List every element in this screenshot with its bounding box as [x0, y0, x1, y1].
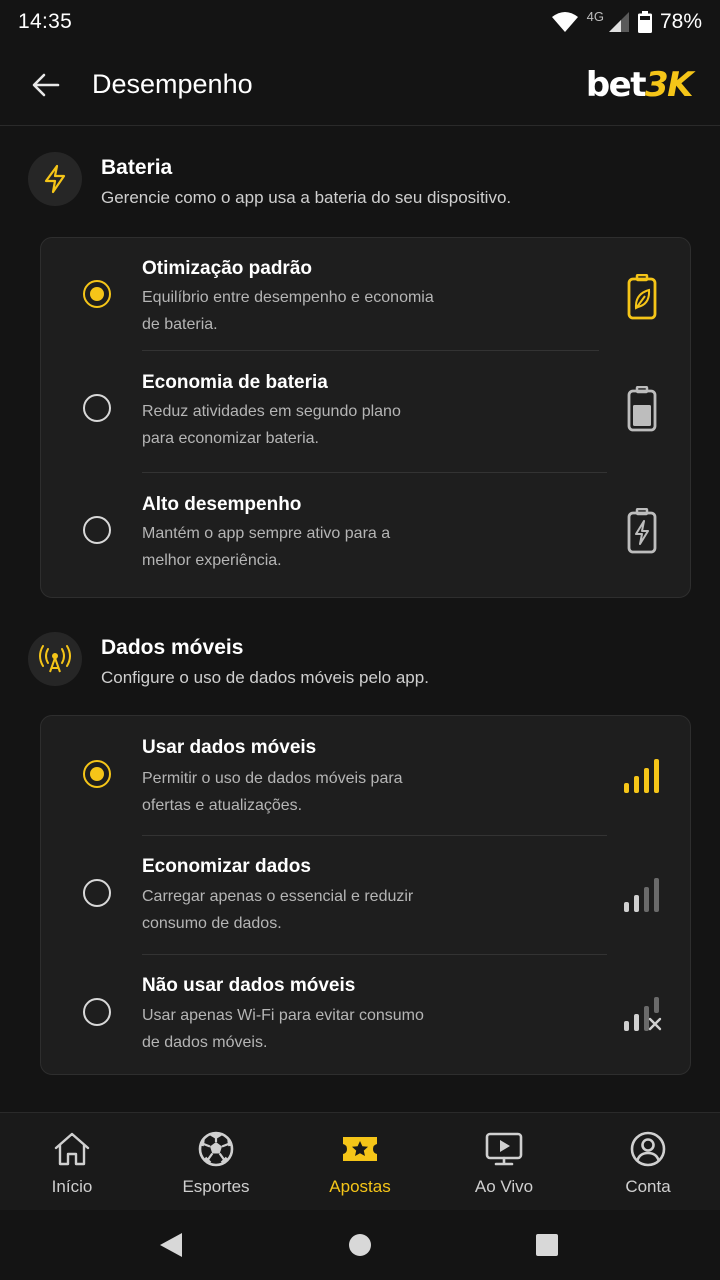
- option-description-line2: melhor experiência.: [142, 552, 282, 569]
- option-high-performance[interactable]: Alto desempenho Mantém o app sempre ativ…: [41, 472, 692, 598]
- battery-half-icon: [622, 385, 662, 433]
- option-description-line1: Usar apenas Wi-Fi para evitar consumo: [142, 1007, 424, 1024]
- brand-logo-part1: bet: [585, 64, 647, 105]
- app-bar: Desempenho bet3K: [0, 44, 720, 126]
- option-description-line2: de bateria.: [142, 316, 218, 333]
- mobile-data-options-card: Usar dados móveis Permitir o uso de dado…: [40, 715, 691, 1075]
- antenna-icon: [28, 632, 82, 686]
- system-recents-button[interactable]: [532, 1230, 562, 1260]
- ticket-star-icon: [340, 1130, 380, 1168]
- option-title: Alto desempenho: [142, 494, 302, 515]
- status-bar: 14:35 4G 78%: [0, 0, 720, 44]
- option-standard-optimization[interactable]: Otimização padrão Equilíbrio entre desem…: [41, 238, 692, 351]
- option-save-data[interactable]: Economizar dados Carregar apenas o essen…: [41, 835, 692, 954]
- nav-label: Apostas: [329, 1177, 391, 1196]
- radio-high-performance[interactable]: [83, 516, 111, 544]
- nav-item-live[interactable]: Ao Vivo: [432, 1113, 576, 1210]
- bottom-nav: Início Esportes Apostas Ao Vivo Conta: [0, 1112, 720, 1210]
- section-title-mobile-data: Dados móveis: [101, 636, 244, 659]
- radio-use-mobile-data[interactable]: [83, 760, 111, 788]
- status-icons: 4G 78%: [551, 8, 702, 34]
- nav-item-bets[interactable]: Apostas: [288, 1113, 432, 1210]
- battery-leaf-icon: [622, 273, 662, 321]
- arrow-left-icon: [32, 73, 60, 96]
- radio-battery-saver[interactable]: [83, 394, 111, 422]
- option-description-line1: Carregar apenas o essencial e reduzir: [142, 888, 414, 905]
- battery-icon: [637, 11, 652, 33]
- nav-label: Esportes: [182, 1177, 250, 1196]
- nav-label: Ao Vivo: [474, 1177, 534, 1196]
- option-title: Economizar dados: [142, 856, 311, 877]
- nav-item-account[interactable]: Conta: [576, 1113, 720, 1210]
- option-no-mobile-data[interactable]: Não usar dados móveis Usar apenas Wi-Fi …: [41, 954, 692, 1075]
- back-button[interactable]: [14, 53, 78, 117]
- status-time: 14:35: [18, 10, 73, 33]
- nav-item-sports[interactable]: Esportes: [144, 1113, 288, 1210]
- radio-standard-optimization[interactable]: [83, 280, 111, 308]
- lightning-icon: [28, 152, 82, 206]
- nav-item-home[interactable]: Início: [0, 1113, 144, 1210]
- nav-label: Conta: [625, 1177, 671, 1196]
- signal-low-icon: [622, 871, 662, 919]
- option-description-line1: Reduz atividades em segundo plano: [142, 403, 401, 420]
- nav-label: Início: [51, 1177, 93, 1196]
- user-circle-icon: [629, 1130, 667, 1168]
- option-title: Economia de bateria: [142, 372, 328, 393]
- option-title: Não usar dados móveis: [142, 975, 356, 996]
- soccer-ball-icon: [197, 1130, 235, 1168]
- cell-signal-icon: [608, 11, 630, 33]
- battery-charging-icon: [622, 507, 662, 555]
- option-title: Otimização padrão: [142, 258, 312, 279]
- option-description-line1: Permitir o uso de dados móveis para: [142, 770, 403, 787]
- system-home-button[interactable]: [345, 1230, 375, 1260]
- radio-save-data[interactable]: [83, 879, 111, 907]
- home-icon: [53, 1130, 91, 1168]
- option-description-line1: Mantém o app sempre ativo para a: [142, 525, 391, 542]
- radio-no-mobile-data[interactable]: [83, 998, 111, 1026]
- network-type: 4G: [586, 8, 604, 24]
- tv-play-icon: [485, 1130, 523, 1168]
- option-description-line2: de dados móveis.: [142, 1034, 268, 1051]
- option-description-line2: ofertas e atualizações.: [142, 797, 303, 814]
- section-subtitle-battery: Gerencie como o app usa a bateria do seu…: [101, 188, 512, 207]
- wifi-icon: [551, 11, 579, 33]
- battery-options-card: Otimização padrão Equilíbrio entre desem…: [40, 237, 691, 598]
- section-title-battery: Bateria: [101, 156, 173, 179]
- section-subtitle-mobile-data: Configure o uso de dados móveis pelo app…: [101, 668, 429, 687]
- signal-off-icon: [622, 990, 662, 1038]
- brand-logo-part2: 3K: [644, 64, 694, 105]
- brand-logo: bet3K: [585, 64, 694, 105]
- page-title: Desempenho: [92, 69, 253, 99]
- option-use-mobile-data[interactable]: Usar dados móveis Permitir o uso de dado…: [41, 716, 692, 835]
- battery-percent: 78%: [659, 10, 702, 33]
- option-description-line2: para economizar bateria.: [142, 430, 319, 447]
- option-title: Usar dados móveis: [142, 737, 317, 758]
- system-navigation-bar: [0, 1210, 720, 1280]
- system-back-button[interactable]: [156, 1230, 186, 1260]
- option-description-line1: Equilíbrio entre desempenho e economia: [142, 289, 434, 306]
- option-description-line2: consumo de dados.: [142, 915, 282, 932]
- option-battery-saver[interactable]: Economia de bateria Reduz atividades em …: [41, 351, 692, 472]
- signal-full-icon: [622, 752, 662, 800]
